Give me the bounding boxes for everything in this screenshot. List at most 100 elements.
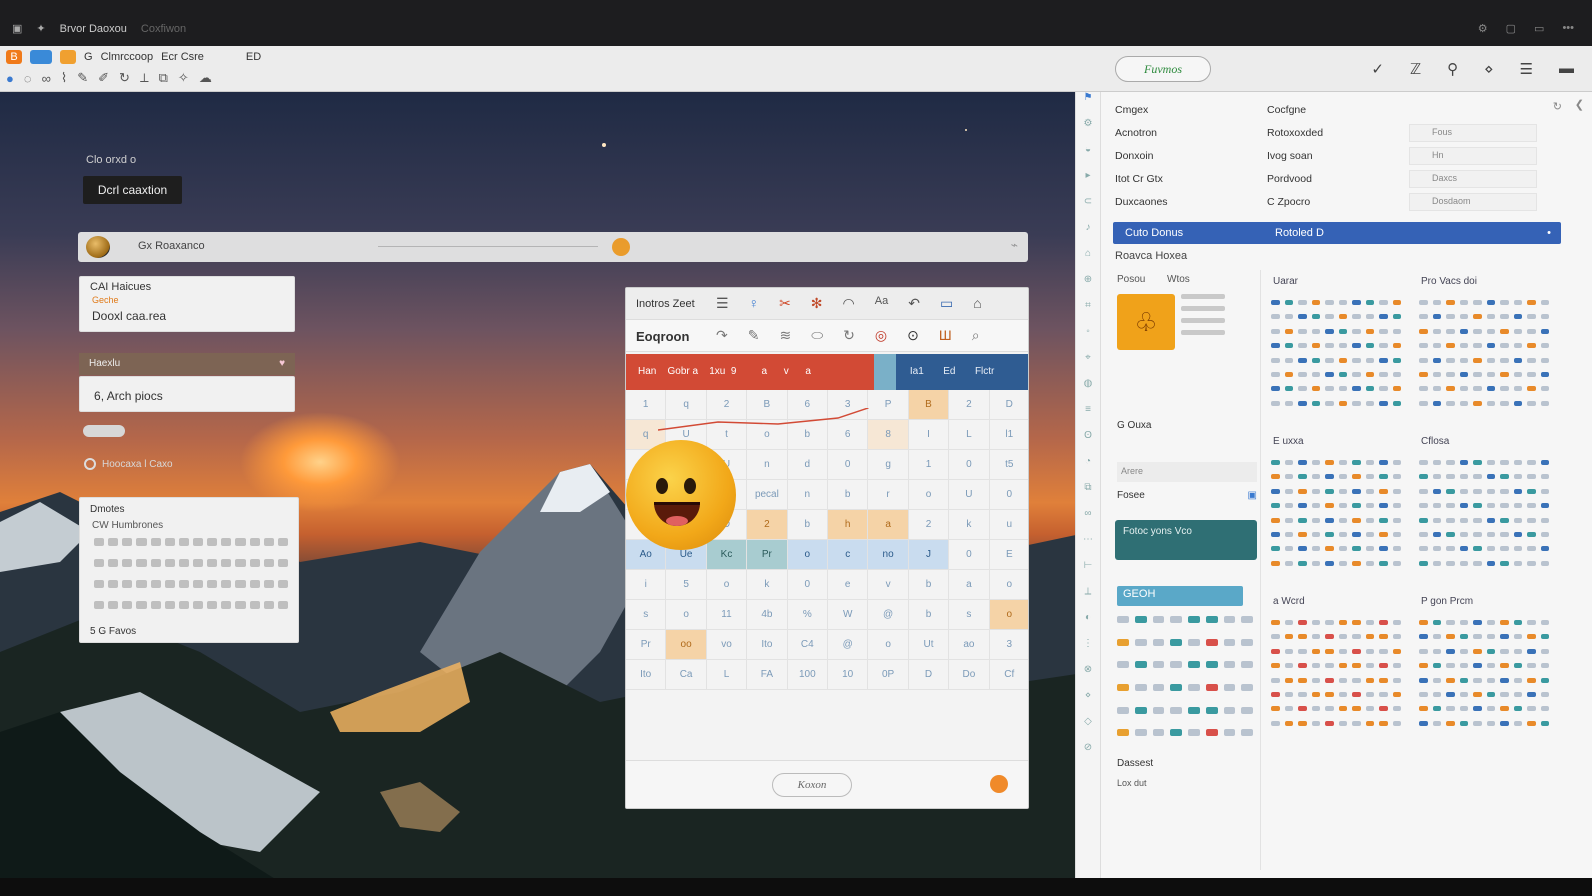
strip-tool-icon[interactable]: ⚑ bbox=[1076, 92, 1100, 118]
strip-tool-icon[interactable]: ◦ bbox=[1076, 326, 1100, 352]
slider-icon[interactable]: ▬ bbox=[1559, 60, 1574, 78]
refresh-icon[interactable]: ↻ bbox=[843, 327, 855, 344]
brush-icon[interactable]: ✎ bbox=[77, 70, 88, 86]
grid-cell[interactable]: @ bbox=[828, 630, 869, 660]
grid-cell[interactable]: 0P bbox=[868, 660, 909, 690]
strip-tool-icon[interactable]: ♪ bbox=[1076, 222, 1100, 248]
grid-cell[interactable]: o bbox=[989, 600, 1028, 630]
strip-tool-icon[interactable]: ⌖ bbox=[1076, 352, 1100, 378]
property-value[interactable]: Ivog soan bbox=[1267, 150, 1313, 162]
info-icon[interactable]: ● bbox=[6, 71, 14, 86]
pin-icon[interactable]: ✦ bbox=[36, 22, 45, 35]
stack-icon[interactable]: ≋ bbox=[779, 327, 791, 344]
grid-cell[interactable]: % bbox=[787, 600, 828, 630]
editor-panel[interactable]: Inotros Zeet ☰ ♀ ✂ ✻ ◠ Aa ↶ ▭ ⌂ Eoqroon … bbox=[625, 287, 1029, 809]
grid-cell[interactable]: C4 bbox=[787, 630, 828, 660]
notes-card[interactable]: Dmotes CW Humbrones 5 G Favos bbox=[79, 497, 299, 643]
grid-cell[interactable]: D bbox=[989, 390, 1028, 420]
folder-icon[interactable] bbox=[60, 50, 76, 64]
template-tile[interactable]: Uarar bbox=[1271, 276, 1401, 426]
grid-cell[interactable]: k bbox=[949, 510, 990, 540]
grid-cell[interactable]: 11 bbox=[706, 600, 748, 630]
grid-cell[interactable]: o bbox=[787, 540, 828, 570]
strip-tool-icon[interactable]: ⋄ bbox=[1076, 690, 1100, 716]
section-header[interactable]: Haexlu ♥ bbox=[79, 353, 295, 375]
bulb-icon[interactable]: ♀ bbox=[749, 295, 760, 312]
strip-tool-icon[interactable]: ◍ bbox=[1076, 378, 1100, 404]
strip-tool-icon[interactable]: ∞ bbox=[1076, 508, 1100, 534]
crop-icon[interactable]: ⟂ bbox=[140, 70, 149, 86]
expand-icon[interactable]: ⌁ bbox=[1011, 238, 1018, 252]
blue-cell[interactable]: Ia1 bbox=[910, 366, 924, 377]
template-tile[interactable]: Pro Vacs doi bbox=[1419, 276, 1549, 426]
grid-cell[interactable]: oo bbox=[666, 630, 707, 660]
grid-cell[interactable]: b bbox=[908, 570, 950, 600]
property-value[interactable]: Pordvood bbox=[1267, 173, 1312, 185]
grid-cell[interactable]: e bbox=[828, 570, 869, 600]
asset-thumbnail[interactable]: ♧ bbox=[1117, 294, 1175, 350]
property-value[interactable]: C Zpocro bbox=[1267, 196, 1310, 208]
grid-cell[interactable]: 5 bbox=[666, 570, 707, 600]
cloud-icon[interactable] bbox=[30, 50, 52, 64]
strip-tool-icon[interactable]: ⚙ bbox=[1076, 118, 1100, 144]
grid-cell[interactable]: 0 bbox=[949, 450, 990, 480]
undo-icon[interactable]: ↶ bbox=[908, 295, 920, 312]
grid-cell[interactable]: s bbox=[949, 600, 990, 630]
asset-field[interactable]: Arere bbox=[1117, 462, 1257, 482]
teal-card[interactable]: Fotoc yons Vco bbox=[1115, 520, 1257, 560]
grid-cell[interactable]: Pr bbox=[747, 540, 788, 570]
grid-cell[interactable]: 2 bbox=[747, 510, 788, 540]
menu-ecr-csre[interactable]: Ecr Csre bbox=[161, 51, 204, 63]
grid-cell[interactable]: t5 bbox=[989, 450, 1028, 480]
red-cell[interactable]: v bbox=[784, 366, 789, 377]
grid-cell[interactable]: h bbox=[828, 510, 869, 540]
grid-cell[interactable]: 10 bbox=[828, 660, 869, 690]
grid-cell[interactable]: D bbox=[908, 660, 950, 690]
mode-pill-button[interactable]: Fuvmos bbox=[1115, 56, 1211, 82]
grid-cell[interactable]: l1 bbox=[989, 420, 1028, 450]
grid-cell[interactable]: k bbox=[747, 570, 788, 600]
strip-tool-icon[interactable]: ⊂ bbox=[1076, 196, 1100, 222]
gear-icon[interactable]: ⚙ bbox=[1478, 22, 1488, 35]
grid-cell[interactable]: L bbox=[706, 660, 748, 690]
grid-cell[interactable]: 1 bbox=[908, 450, 950, 480]
grid-cell[interactable]: Pr bbox=[626, 630, 667, 660]
grid-cell[interactable]: n bbox=[787, 480, 828, 510]
grid-cell[interactable]: U bbox=[949, 480, 990, 510]
grid-cell[interactable]: B bbox=[908, 390, 950, 420]
grid-cell[interactable]: 3 bbox=[989, 630, 1028, 660]
strip-tool-icon[interactable]: ʘ bbox=[1076, 430, 1100, 456]
chart-icon[interactable]: Ш bbox=[939, 327, 952, 344]
zoom-icon[interactable]: ℤ bbox=[1410, 60, 1421, 78]
strip-tool-icon[interactable]: ◔ bbox=[1076, 456, 1100, 482]
grid-cell[interactable]: a bbox=[949, 570, 990, 600]
strip-tool-icon[interactable]: ⊕ bbox=[1076, 274, 1100, 300]
haicues-card[interactable]: CAI Haicues Geche Dooxl caa.rea bbox=[79, 276, 295, 332]
grid-cell[interactable]: a bbox=[868, 510, 909, 540]
rotate-icon[interactable]: ↻ bbox=[119, 70, 130, 86]
menu-ed[interactable]: ED bbox=[246, 51, 261, 63]
strip-tool-icon[interactable]: ⧉ bbox=[1076, 482, 1100, 508]
pen-icon[interactable]: ✐ bbox=[98, 70, 109, 86]
redo-icon[interactable]: ↷ bbox=[716, 327, 728, 344]
selected-indicator-icon[interactable]: • bbox=[1547, 222, 1551, 244]
pin-tool-icon[interactable]: ⚲ bbox=[1447, 60, 1458, 78]
red-cell[interactable]: Han bbox=[638, 366, 656, 377]
window-icon[interactable]: ▢ bbox=[1506, 22, 1516, 35]
monitor-icon[interactable]: ▭ bbox=[1534, 22, 1544, 35]
property-value[interactable]: Cocfgne bbox=[1267, 104, 1306, 116]
grid-cell[interactable]: s bbox=[626, 600, 667, 630]
geo-tag[interactable]: GEOH bbox=[1117, 586, 1243, 606]
grid-cell[interactable]: c bbox=[828, 540, 869, 570]
grid-cell[interactable]: Ca bbox=[666, 660, 707, 690]
property-field[interactable]: Hn bbox=[1409, 147, 1537, 165]
arch-card[interactable]: 6, Arch piocs bbox=[79, 376, 295, 412]
app-icon[interactable]: ▣ bbox=[12, 22, 22, 35]
grid-cell[interactable]: b bbox=[787, 510, 828, 540]
grid-cell[interactable]: 2 bbox=[908, 510, 950, 540]
property-field[interactable]: Daxcs bbox=[1409, 170, 1537, 188]
grid-cell[interactable]: @ bbox=[868, 600, 909, 630]
grid-cell[interactable]: i bbox=[626, 570, 667, 600]
grid-cell[interactable]: o bbox=[989, 570, 1028, 600]
window-tool-icon[interactable]: ▭ bbox=[940, 295, 953, 312]
